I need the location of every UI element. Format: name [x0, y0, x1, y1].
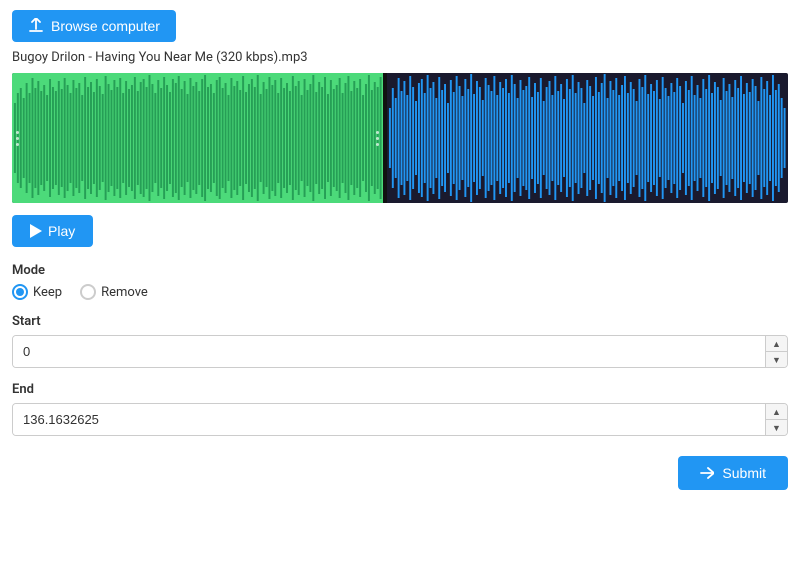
mode-remove-option[interactable]: Remove: [80, 284, 148, 300]
start-input-container: ▲ ▼: [12, 335, 788, 368]
play-icon: [30, 224, 42, 238]
start-input[interactable]: [13, 336, 765, 367]
blue-waveform-svg: [387, 73, 788, 203]
submit-button-label: Submit: [722, 465, 766, 481]
submit-button[interactable]: Submit: [678, 456, 788, 490]
drag-dot: [376, 137, 379, 140]
start-decrement-button[interactable]: ▼: [766, 351, 787, 367]
start-increment-button[interactable]: ▲: [766, 336, 787, 351]
remove-label: Remove: [101, 285, 148, 300]
drag-dot: [376, 131, 379, 134]
upload-icon: [28, 18, 44, 34]
drag-dot: [376, 143, 379, 146]
selection-divider: [383, 73, 387, 203]
green-waveform-svg: [12, 73, 383, 203]
end-decrement-button[interactable]: ▼: [766, 419, 787, 435]
end-spinner: ▲ ▼: [765, 404, 787, 435]
remove-radio-button[interactable]: [80, 284, 96, 300]
play-button-label: Play: [48, 223, 75, 239]
submit-row: Submit: [12, 456, 788, 490]
end-input[interactable]: [13, 404, 765, 435]
waveform-blue-region[interactable]: [387, 73, 788, 203]
start-label: Start: [12, 314, 788, 329]
mode-keep-option[interactable]: Keep: [12, 284, 62, 300]
keep-radio-button[interactable]: [12, 284, 28, 300]
left-drag-handle[interactable]: [16, 131, 19, 146]
right-drag-handle[interactable]: [376, 131, 379, 146]
mode-radio-group: Keep Remove: [12, 284, 788, 300]
end-input-container: ▲ ▼: [12, 403, 788, 436]
end-increment-button[interactable]: ▲: [766, 404, 787, 419]
keep-label: Keep: [33, 285, 62, 300]
end-label: End: [12, 382, 788, 397]
controls-section: Mode Keep Remove Start ▲ ▼ End ▲ ▼: [12, 263, 788, 436]
arrow-right-icon: [700, 466, 714, 480]
browse-computer-button[interactable]: Browse computer: [12, 10, 176, 42]
mode-label: Mode: [12, 263, 788, 278]
drag-dot: [16, 131, 19, 134]
waveform-display[interactable]: [12, 73, 788, 203]
start-field-wrapper: Start ▲ ▼: [12, 314, 788, 368]
end-field-wrapper: End ▲ ▼: [12, 382, 788, 436]
file-name: Bugoy Drilon - Having You Near Me (320 k…: [12, 50, 788, 65]
start-spinner: ▲ ▼: [765, 336, 787, 367]
waveform-green-region[interactable]: [12, 73, 383, 203]
drag-dot: [16, 137, 19, 140]
drag-dot: [16, 143, 19, 146]
browse-button-label: Browse computer: [51, 18, 160, 34]
play-button[interactable]: Play: [12, 215, 93, 247]
